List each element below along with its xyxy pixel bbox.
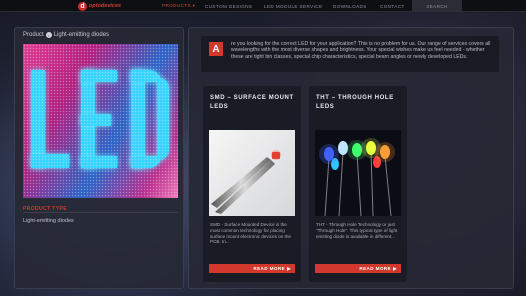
arrow-right-icon: ▶ — [393, 265, 397, 271]
nav-label: PRODUCTS ▾ — [162, 3, 196, 8]
chevron-right-icon: › — [45, 32, 52, 38]
nav-label: CONTACT — [380, 3, 405, 9]
nav-item-custom-designs[interactable]: CUSTOM DESIGNS — [205, 0, 252, 12]
nav-label: DOWNLOADS — [333, 3, 367, 9]
nav-item-led-module-service[interactable]: LED MODULE SERVICE — [264, 0, 322, 12]
nav-item-products[interactable]: PRODUCTS ▾ — [162, 0, 195, 12]
top-nav-bar: d optodevices PRODUCTS ▾ CUSTOM DESIGNS … — [0, 0, 526, 12]
tht-led-image — [315, 130, 401, 216]
arrow-right-icon: ▶ — [287, 265, 291, 271]
logo-mark-icon: d — [78, 1, 87, 11]
search-button[interactable]: SEARCH — [412, 0, 462, 12]
read-more-button[interactable]: READ MORE ▶ — [209, 264, 295, 273]
nav-item-downloads[interactable]: DOWNLOADS — [333, 0, 367, 12]
led-display-image — [23, 44, 178, 198]
card-title[interactable]: SMD – SURFACE MOUNT LEDS — [210, 94, 296, 112]
card-title[interactable]: THT – THROUGH HOLE LEDS — [316, 94, 402, 112]
card-description: THT - Through Hole Technology or just "T… — [316, 222, 398, 239]
card-description: SMD - Surface Mounted Device is the most… — [210, 222, 291, 245]
intro-box: A re you looking for the correct LED for… — [201, 36, 499, 72]
nav-label: CUSTOM DESIGNS — [205, 3, 253, 9]
led-pixel-grid — [23, 44, 178, 198]
breadcrumb: Product › Light-emitting diodes — [23, 32, 109, 38]
divider — [23, 212, 178, 213]
search-label: SEARCH — [426, 3, 448, 9]
breadcrumb-current: Light-emitting diodes — [53, 32, 110, 38]
breadcrumb-root[interactable]: Product — [23, 32, 44, 38]
nav-item-contact[interactable]: CONTACT — [380, 0, 405, 12]
product-type-value[interactable]: Light-emitting diodes — [23, 218, 74, 224]
main-content: A re you looking for the correct LED for… — [188, 27, 514, 289]
nav-label: LED MODULE SERVICE — [264, 3, 323, 9]
intro-text: re you looking for the correct LED for y… — [231, 41, 491, 60]
read-more-label: READ MORE — [359, 266, 392, 271]
product-card-tht: THT – THROUGH HOLE LEDS THT - Through Ho… — [309, 86, 407, 282]
smd-led-image — [209, 130, 295, 216]
read-more-button[interactable]: READ MORE ▶ — [315, 264, 401, 273]
brand-name: optodevices — [89, 3, 122, 9]
brand-logo[interactable]: d optodevices — [78, 1, 121, 11]
read-more-label: READ MORE — [253, 266, 286, 271]
product-card-smd: SMD – SURFACE MOUNT LEDS SMD - Surface M… — [203, 86, 301, 282]
product-sidebar: Product › Light-emitting diodes PRODUCT … — [14, 27, 184, 289]
drop-cap: A — [209, 42, 223, 56]
